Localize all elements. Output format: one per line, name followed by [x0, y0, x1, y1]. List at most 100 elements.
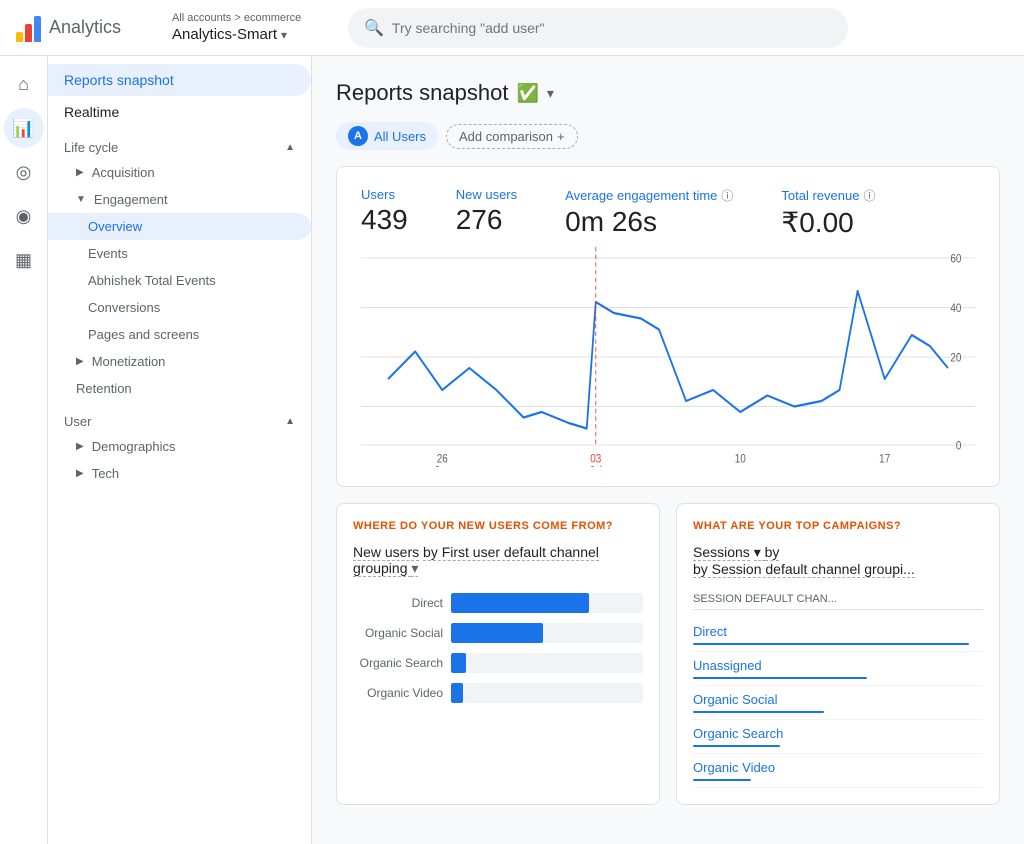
sidebar-icon-home[interactable]: ⌂ [4, 64, 44, 104]
realtime-label: Realtime [64, 104, 119, 120]
sidebar-icon-explore[interactable]: ◎ [4, 152, 44, 192]
campaigns-section-title: WHAT ARE YOUR TOP CAMPAIGNS? [693, 520, 983, 532]
table-row-direct[interactable]: Direct [693, 618, 983, 652]
revenue-value: ₹0.00 [781, 206, 875, 239]
new-users-value: 276 [456, 204, 517, 236]
channel-grouping-label: by Session default channel groupi... [693, 561, 915, 578]
monetization-expand-icon: ▶ [76, 356, 84, 367]
lifecycle-section-header: Life cycle ▲ [48, 128, 311, 159]
table-row-unassigned[interactable]: Unassigned [693, 652, 983, 686]
table-row-label-unassigned: Unassigned [693, 658, 983, 673]
bar-fill-organic-social [451, 623, 543, 643]
table-row-organic-search[interactable]: Organic Search [693, 720, 983, 754]
sidebar-item-reports-snapshot[interactable]: Reports snapshot [48, 64, 311, 96]
overview-label: Overview [88, 219, 142, 234]
channel-grouping-dropdown[interactable]: ▾ [411, 560, 418, 577]
bar-chart: Direct Organic Social Organic Search [353, 593, 643, 703]
user-section-header: User ▲ [48, 402, 311, 433]
bottom-sections: WHERE DO YOUR NEW USERS COME FROM? New u… [336, 503, 1000, 805]
user-section-label: User [64, 414, 91, 429]
sidebar-item-abhishek-events[interactable]: Abhishek Total Events [48, 267, 311, 294]
all-users-filter[interactable]: A All Users [336, 122, 438, 150]
table-row-bar-direct [693, 643, 969, 645]
chevron-down-icon: ▾ [281, 28, 287, 42]
table-row-label-direct: Direct [693, 624, 983, 639]
engagement-label: Engagement [94, 192, 168, 207]
avg-engagement-info-icon[interactable]: ⓘ [721, 187, 733, 204]
sidebar-icon-reports[interactable]: 📊 [4, 108, 44, 148]
bar-row-organic-social: Organic Social [353, 623, 643, 643]
lifecycle-label: Life cycle [64, 140, 118, 155]
add-comparison-label: Add comparison [459, 129, 553, 144]
lifecycle-collapse-icon[interactable]: ▲ [285, 142, 295, 153]
sidebar-item-acquisition[interactable]: ▶ Acquisition [48, 159, 311, 186]
filter-bar: A All Users Add comparison + [336, 122, 1000, 150]
bar-row-direct: Direct [353, 593, 643, 613]
sidebar-item-conversions[interactable]: Conversions [48, 294, 311, 321]
sidebar-item-events[interactable]: Events [48, 240, 311, 267]
table-row-organic-video[interactable]: Organic Video [693, 754, 983, 788]
content-area: Reports snapshot ✅ ▾ A All Users Add com… [312, 56, 1024, 844]
demographics-label: Demographics [92, 439, 176, 454]
search-bar[interactable]: 🔍 [348, 8, 848, 48]
page-title: Reports snapshot [336, 80, 508, 106]
breadcrumb-top: All accounts > ecommerce [172, 12, 332, 24]
revenue-label: Total revenue ⓘ [781, 187, 875, 204]
table-col-header: SESSION DEFAULT CHAN... [693, 593, 983, 610]
stat-revenue: Total revenue ⓘ ₹0.00 [781, 187, 875, 239]
sidebar-item-monetization[interactable]: ▶ Monetization [48, 348, 311, 375]
new-users-section-subtitle: New users by First user default channel … [353, 544, 643, 577]
sidebar-item-retention[interactable]: Retention [48, 375, 311, 402]
bar-label-organic-search: Organic Search [353, 656, 443, 670]
table-row-organic-social[interactable]: Organic Social [693, 686, 983, 720]
bar-label-organic-video: Organic Video [353, 686, 443, 700]
sessions-dropdown[interactable]: ▾ [754, 544, 765, 561]
bar-row-organic-search: Organic Search [353, 653, 643, 673]
svg-text:40: 40 [950, 302, 961, 315]
table-row-bar-organic-video [693, 779, 751, 781]
page-dropdown-icon[interactable]: ▾ [547, 85, 554, 102]
add-comparison-button[interactable]: Add comparison + [446, 124, 578, 149]
new-users-label: New users [456, 187, 517, 202]
revenue-info-icon[interactable]: ⓘ [863, 187, 875, 204]
pages-screens-label: Pages and screens [88, 327, 199, 342]
search-input[interactable] [392, 20, 832, 36]
sidebar-item-pages-screens[interactable]: Pages and screens [48, 321, 311, 348]
campaigns-section: WHAT ARE YOUR TOP CAMPAIGNS? Sessions ▾ … [676, 503, 1000, 805]
demographics-expand-icon: ▶ [76, 441, 84, 452]
app-title: Analytics [49, 17, 121, 38]
table-row-bar-organic-search [693, 745, 780, 747]
sidebar-item-realtime[interactable]: Realtime [48, 96, 311, 128]
sessions-label: Sessions [693, 544, 750, 561]
logo-icon [16, 14, 41, 42]
table-row-label-organic-search: Organic Search [693, 726, 983, 741]
stats-row: Users 439 New users 276 Average engageme… [337, 167, 999, 247]
sidebar-icons: ⌂ 📊 ◎ ◉ ▦ [0, 56, 48, 844]
avg-engagement-value: 0m 26s [565, 206, 733, 238]
add-icon: + [557, 129, 565, 144]
bar-track-organic-search [451, 653, 643, 673]
user-collapse-icon[interactable]: ▲ [285, 416, 295, 427]
sidebar-item-tech[interactable]: ▶ Tech [48, 460, 311, 487]
stat-users: Users 439 [361, 187, 408, 236]
sidebar-item-engagement[interactable]: ▼ Engagement [48, 186, 311, 213]
subtitle-pre: New users [353, 544, 419, 561]
reports-snapshot-label: Reports snapshot [64, 72, 174, 88]
events-label: Events [88, 246, 128, 261]
sessions-by: by [765, 544, 780, 561]
breadcrumb: All accounts > ecommerce Analytics-Smart… [172, 12, 332, 43]
bar-label-direct: Direct [353, 596, 443, 610]
account-name: Analytics-Smart [172, 26, 277, 43]
sidebar-item-overview[interactable]: Overview [48, 213, 311, 240]
new-users-section-title: WHERE DO YOUR NEW USERS COME FROM? [353, 520, 643, 532]
sidebar-item-demographics[interactable]: ▶ Demographics [48, 433, 311, 460]
bar-track-organic-video [451, 683, 643, 703]
bar-track-direct [451, 593, 643, 613]
account-selector[interactable]: Analytics-Smart ▾ [172, 26, 332, 43]
tech-expand-icon: ▶ [76, 468, 84, 479]
acquisition-expand-icon: ▶ [76, 167, 84, 178]
bar-track-organic-social [451, 623, 643, 643]
sidebar-icon-advertising[interactable]: ◉ [4, 196, 44, 236]
engagement-expand-icon: ▼ [76, 194, 86, 205]
sidebar-icon-table[interactable]: ▦ [4, 240, 44, 280]
